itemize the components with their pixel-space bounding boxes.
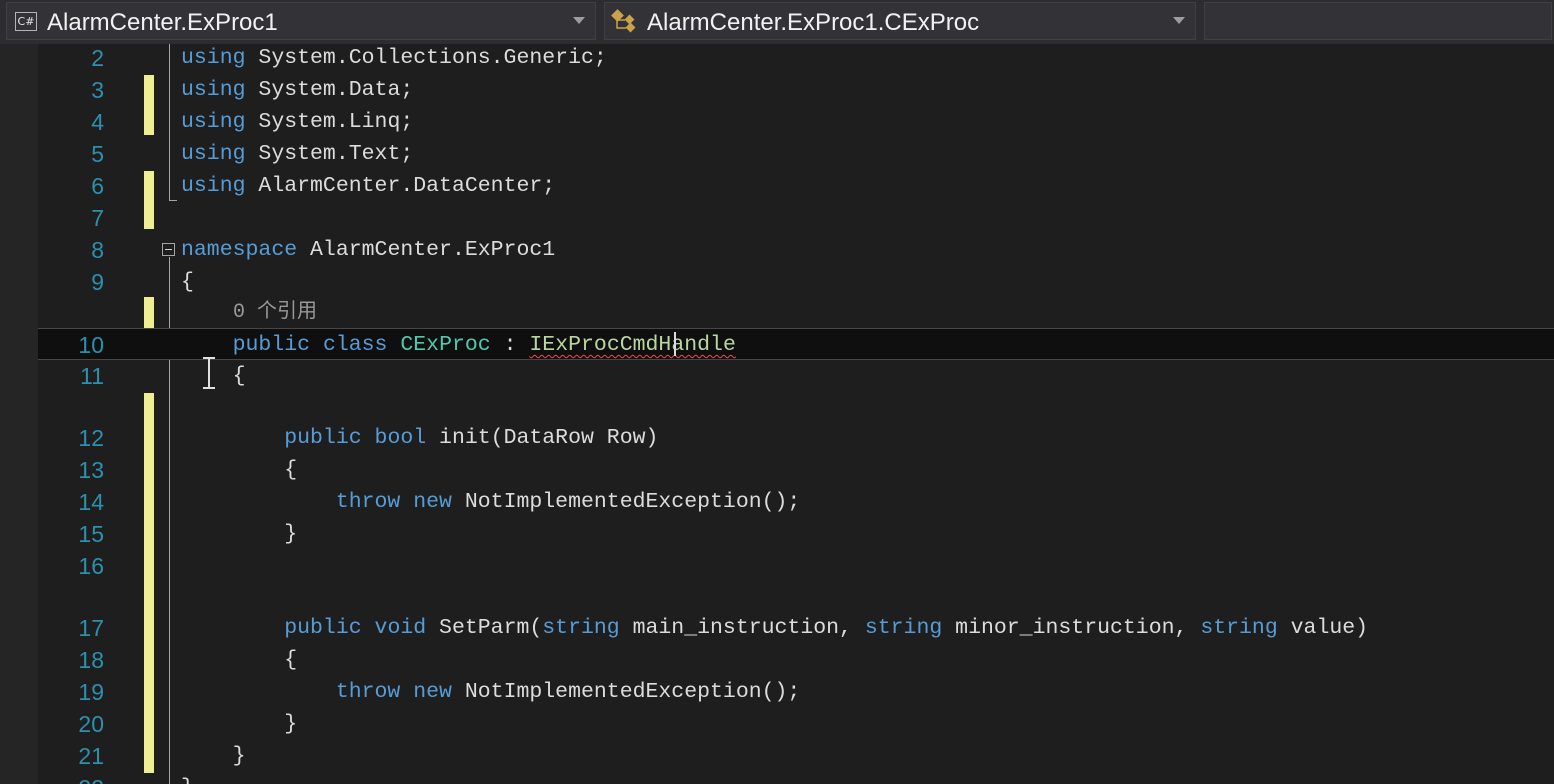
line-number: 4: [91, 109, 104, 135]
code-text: }: [181, 744, 246, 768]
code-text: public void SetParm(string main_instruct…: [284, 616, 1369, 640]
chevron-down-icon: [573, 17, 585, 24]
line-number: 9: [91, 269, 104, 295]
code-line: 2 using System.Collections.Generic;: [38, 44, 1554, 74]
code-line: 18 {: [38, 644, 1554, 676]
code-text: using System.Collections.Generic;: [181, 46, 607, 70]
line-number: 15: [78, 521, 104, 547]
csharp-project-icon: C#: [15, 12, 37, 31]
line-number: 19: [78, 679, 104, 705]
code-text: using AlarmCenter.DataCenter;: [181, 174, 556, 198]
code-line: 13 {: [38, 454, 1554, 486]
code-editor[interactable]: 2 using System.Collections.Generic; 3 us…: [38, 44, 1554, 784]
line-number: 22: [38, 772, 104, 784]
type-name: AlarmCenter.ExProc1.CExProc: [647, 9, 980, 36]
code-line: 21 }: [38, 740, 1554, 772]
code-line: 15 }: [38, 518, 1554, 550]
line-number: 3: [91, 77, 104, 103]
code-line: 11 {: [38, 360, 1554, 392]
code-text: {: [181, 648, 298, 672]
editor-left-margin: [0, 44, 38, 784]
code-line: 3 using System.Data;: [38, 74, 1554, 106]
class-icon: [611, 9, 636, 33]
code-text: }: [181, 522, 298, 546]
code-text: }: [181, 712, 298, 736]
code-text: throw new NotImplementedException();: [335, 490, 801, 514]
code-text: using System.Text;: [181, 142, 414, 166]
code-line: 12 public bool init(DataRow Row): [38, 422, 1554, 454]
code-line: 16: [38, 550, 1554, 582]
line-number: 14: [78, 489, 104, 515]
code-text: {: [181, 458, 298, 482]
code-line: 8 namespace AlarmCenter.ExProc1: [38, 234, 1554, 266]
member-dropdown[interactable]: [1204, 2, 1552, 40]
text-caret: [674, 332, 676, 356]
code-line: 20 }: [38, 708, 1554, 740]
line-number: 6: [91, 173, 104, 199]
type-dropdown[interactable]: AlarmCenter.ExProc1.CExProc: [604, 2, 1196, 40]
project-name: AlarmCenter.ExProc1: [47, 9, 278, 36]
chevron-down-icon: [1173, 17, 1185, 24]
code-line: 5 using System.Text;: [38, 138, 1554, 170]
code-line: 6 using AlarmCenter.DataCenter;: [38, 170, 1554, 202]
line-number: 11: [80, 363, 104, 389]
line-number: 7: [91, 205, 104, 231]
code-text: namespace AlarmCenter.ExProc1: [181, 238, 556, 262]
code-line: 19 throw new NotImplementedException();: [38, 676, 1554, 708]
code-line: 4 using System.Linq;: [38, 106, 1554, 138]
line-number: 13: [78, 457, 104, 483]
codelens-references[interactable]: 0 个引用: [233, 297, 317, 329]
line-number: 8: [91, 237, 104, 263]
code-line: 7: [38, 202, 1554, 234]
codelens-row: 0 个引用: [38, 297, 1554, 329]
navigation-bar: C# AlarmCenter.ExProc1 AlarmCenter.ExPro…: [0, 0, 1554, 44]
code-text: public bool init(DataRow Row): [284, 426, 659, 450]
code-line: 22 }: [38, 772, 1554, 784]
project-dropdown[interactable]: C# AlarmCenter.ExProc1: [6, 2, 596, 40]
line-number: 2: [91, 45, 104, 71]
line-number: 20: [78, 711, 104, 737]
code-text: throw new NotImplementedException();: [335, 680, 801, 704]
code-line: 14 throw new NotImplementedException();: [38, 486, 1554, 518]
line-number: 16: [78, 553, 104, 579]
code-text: using System.Data;: [181, 78, 414, 102]
code-line: 17 public void SetParm(string main_instr…: [38, 612, 1554, 644]
code-text: public class CExProc : IExProcCmdHandle: [232, 333, 736, 357]
code-text: {: [181, 270, 194, 294]
code-line: 9 {: [38, 266, 1554, 298]
line-number: 21: [78, 743, 104, 769]
line-number: 18: [78, 647, 104, 673]
line-number: 10: [78, 332, 104, 358]
mouse-ibeam-cursor-icon: [200, 356, 218, 390]
line-number: 17: [78, 615, 104, 641]
line-number: 12: [78, 425, 104, 451]
current-code-line: 10 public class CExProc : IExProcCmdHand…: [38, 328, 1554, 360]
code-text: using System.Linq;: [181, 110, 414, 134]
code-text: }: [181, 772, 194, 784]
line-number: 5: [91, 141, 104, 167]
